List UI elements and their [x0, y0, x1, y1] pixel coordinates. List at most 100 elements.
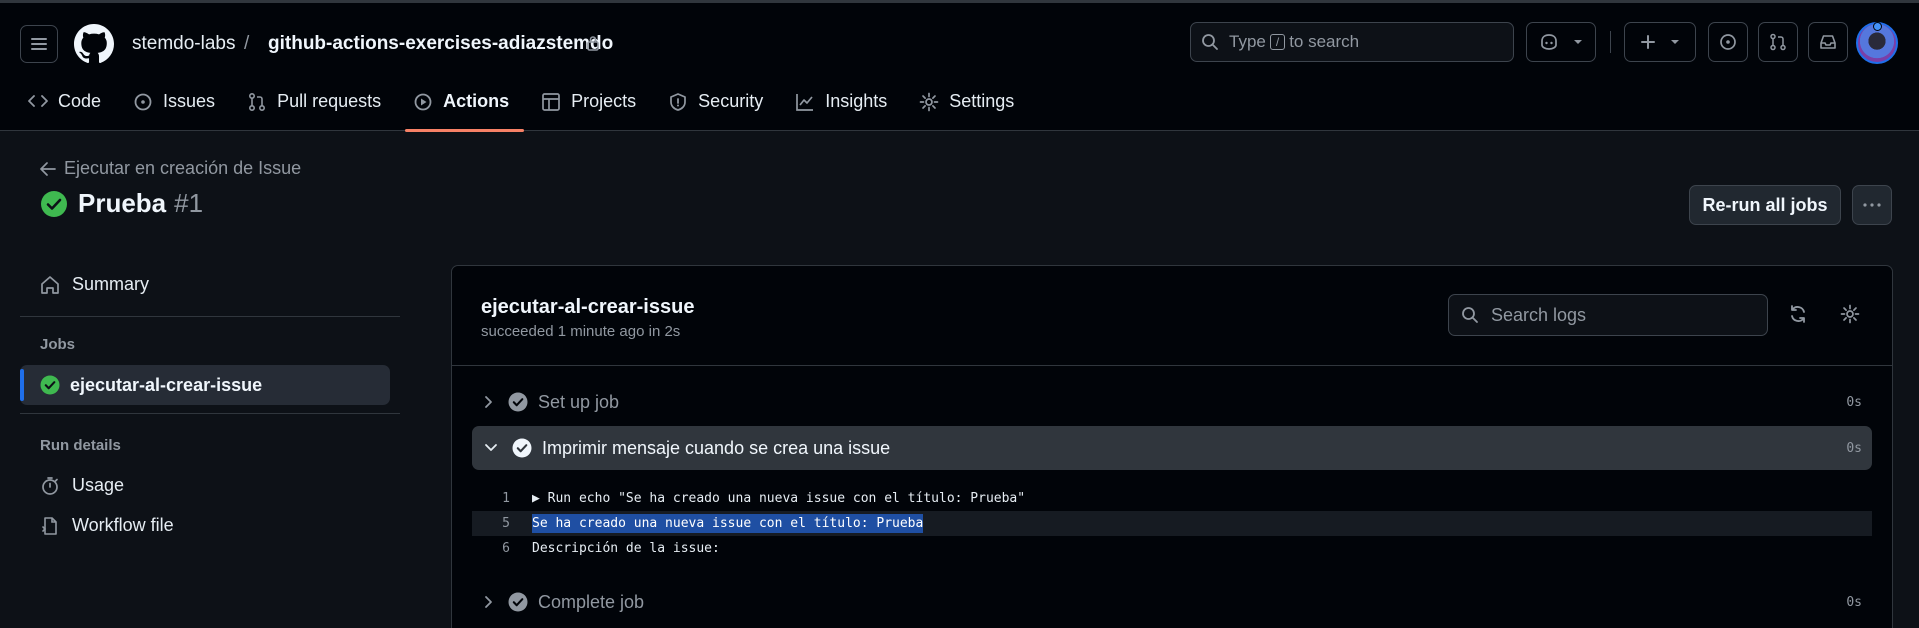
sidebar-usage[interactable]: Usage [40, 475, 124, 496]
chevron-down-icon [1671, 40, 1679, 44]
run-name: Prueba [78, 188, 167, 218]
log-line-number[interactable]: 5 [472, 516, 532, 531]
pull-requests-button[interactable] [1758, 22, 1798, 62]
tab-security-label: Security [698, 91, 764, 111]
stopwatch-icon [42, 476, 58, 495]
step-set-up-job[interactable]: Set up job 0s [472, 380, 1872, 424]
shield-icon [670, 93, 687, 111]
job-name: ejecutar-al-crear-issue [481, 296, 695, 318]
rerun-all-jobs-button[interactable]: Re-run all jobs [1689, 185, 1841, 225]
breadcrumb-owner[interactable]: stemdo-labs [132, 33, 236, 55]
step-duration: 0s [1846, 394, 1862, 410]
tab-code[interactable]: Code [28, 87, 115, 131]
sidebar-workflow-file-label: Workflow file [72, 515, 174, 535]
step-title: Set up job [538, 391, 620, 412]
active-indicator [20, 369, 24, 401]
search-logs-input[interactable]: Search logs [1448, 294, 1768, 336]
sidebar-job-label: ejecutar-al-crear-issue [70, 374, 263, 395]
sidebar-item-job[interactable]: ejecutar-al-crear-issue [20, 365, 390, 405]
back-link-label: Ejecutar en creación de Issue [64, 158, 302, 178]
copilot-icon [1541, 34, 1557, 50]
tab-settings-label: Settings [949, 91, 1015, 111]
file-code-icon [42, 516, 57, 535]
global-header: stemdo-labs / github-actions-exercises-a… [0, 3, 1919, 132]
issue-icon [134, 93, 152, 111]
issue-opened-icon [1720, 34, 1736, 50]
log-line-text[interactable]: Descripción de la issue: [532, 541, 720, 556]
tab-actions[interactable]: Actions [405, 87, 525, 132]
git-pull-request-icon [1770, 33, 1786, 51]
step-title: Complete job [538, 591, 645, 612]
issues-button[interactable] [1708, 22, 1748, 62]
search-suffix: to search [1289, 32, 1360, 51]
copilot-button[interactable] [1526, 22, 1596, 62]
tab-insights[interactable]: Insights [795, 87, 901, 131]
sidebar-divider [20, 316, 400, 317]
code-icon [28, 95, 48, 107]
step-duration: 0s [1846, 594, 1862, 610]
check-circle-fill-icon [512, 438, 532, 458]
back-to-workflow-link[interactable]: Ejecutar en creación de Issue [40, 158, 301, 179]
step-duration: 0s [1846, 440, 1862, 456]
search-logs-placeholder: Search logs [1491, 304, 1587, 325]
plus-icon [1641, 35, 1655, 49]
job-header: ejecutar-al-crear-issue succeeded 1 minu… [452, 266, 1892, 366]
sidebar-run-details-heading: Run details [40, 437, 121, 454]
search-shortcut-key: / [1269, 34, 1286, 50]
search-icon [1202, 34, 1218, 50]
tab-issues-label: Issues [163, 91, 216, 111]
tab-pull-requests-label: Pull requests [277, 91, 382, 111]
chevron-right-icon [485, 596, 492, 608]
breadcrumb-repo[interactable]: github-actions-exercises-adiazstemdo [268, 33, 613, 55]
sidebar-usage-label: Usage [72, 475, 125, 495]
tab-issues[interactable]: Issues [133, 87, 229, 131]
tab-pull-requests[interactable]: Pull requests [247, 87, 395, 131]
chevron-down-icon [1574, 40, 1582, 44]
step-complete-job[interactable]: Complete job 0s [472, 580, 1872, 624]
log-line-number[interactable]: 1 [472, 491, 532, 506]
gear-icon[interactable] [1840, 304, 1860, 324]
hamburger-icon [31, 38, 47, 50]
more-options-button[interactable] [1852, 185, 1892, 225]
sidebar-summary[interactable]: Summary [40, 274, 149, 295]
kebab-horizontal-icon [1863, 203, 1881, 207]
log-line[interactable]: 1 ▶ Run echo "Se ha creado una nueva iss… [472, 486, 1872, 511]
notification-dot [1873, 22, 1882, 31]
tab-security[interactable]: Security [668, 87, 777, 131]
sidebar-workflow-file[interactable]: Workflow file [40, 515, 174, 536]
menu-button[interactable] [20, 25, 58, 63]
search-icon [1462, 307, 1478, 323]
create-new-button[interactable] [1624, 22, 1696, 62]
home-icon [41, 275, 59, 294]
lock-icon [587, 36, 599, 51]
log-line[interactable]: 6 Descripción de la issue: [472, 536, 1872, 561]
log-line[interactable]: 5 Se ha creado una nueva issue con el tí… [472, 511, 1872, 536]
tab-settings[interactable]: Settings [919, 87, 1028, 131]
arrow-left-icon [40, 161, 56, 176]
sidebar-divider [20, 413, 400, 414]
log-line-number[interactable]: 6 [472, 541, 532, 556]
global-search-input[interactable]: Type / to search [1190, 22, 1514, 62]
github-logo-icon[interactable] [74, 24, 114, 64]
inbox-icon [1820, 35, 1836, 49]
step-imprimir-mensaje[interactable]: Imprimir mensaje cuando se crea una issu… [472, 426, 1872, 470]
tab-code-label: Code [58, 91, 102, 111]
chevron-down-icon [485, 444, 497, 451]
repo-nav: Code Issues Pull requests Actions Projec… [28, 87, 1046, 132]
job-log-panel: ejecutar-al-crear-issue succeeded 1 minu… [451, 265, 1893, 628]
step-title: Imprimir mensaje cuando se crea una issu… [542, 437, 891, 458]
tab-actions-label: Actions [443, 91, 510, 111]
tab-projects[interactable]: Projects [541, 87, 650, 131]
play-icon [414, 93, 432, 111]
refresh-icon[interactable] [1788, 304, 1808, 324]
breadcrumb-separator: / [244, 33, 250, 54]
log-line-text[interactable]: ▶ Run echo "Se ha creado una nueva issue… [532, 491, 1025, 506]
tab-insights-label: Insights [825, 91, 888, 111]
log-line-text-selected[interactable]: Se ha creado una nueva issue con el títu… [532, 514, 924, 533]
check-circle-fill-icon [41, 190, 67, 217]
inbox-button[interactable] [1808, 22, 1848, 62]
graph-icon [796, 94, 814, 111]
pull-request-icon [249, 92, 266, 112]
check-circle-fill-icon [508, 592, 528, 612]
header-divider [1610, 31, 1611, 53]
